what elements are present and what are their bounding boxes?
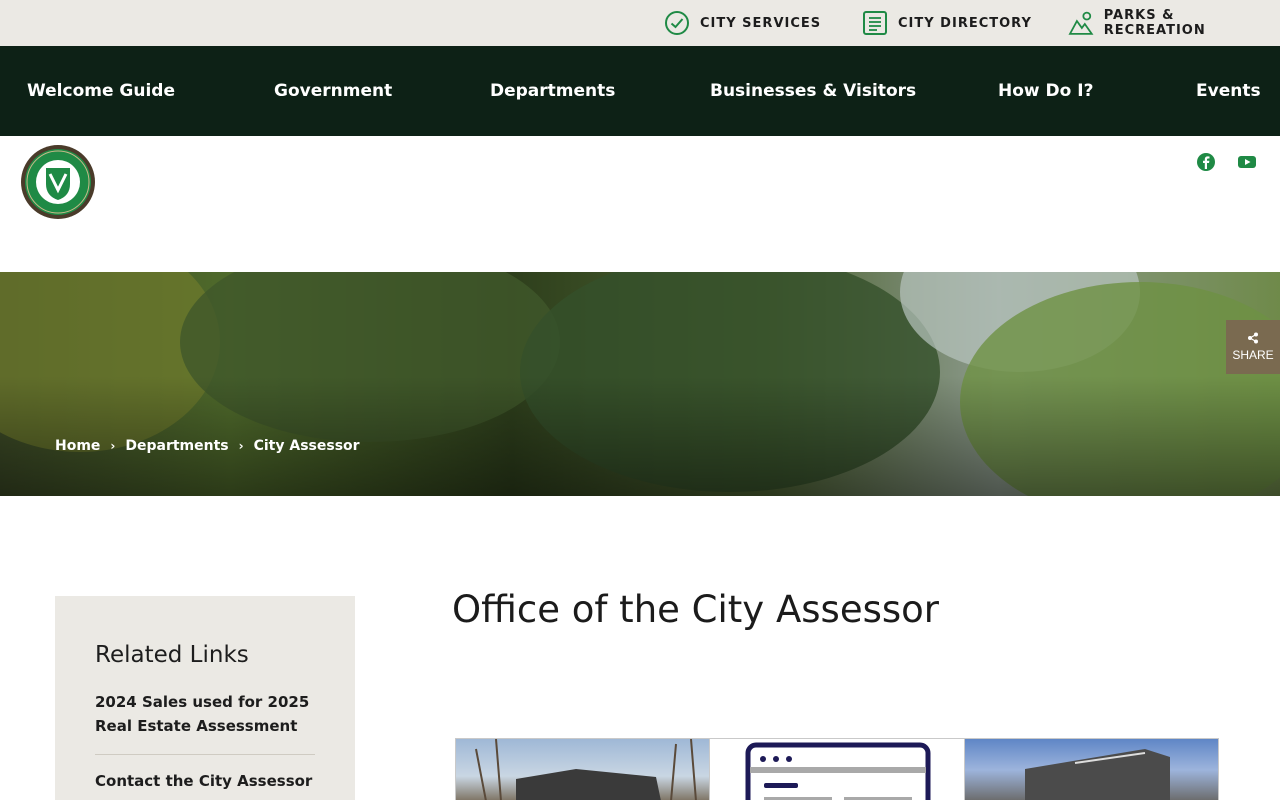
share-icon — [1248, 332, 1258, 344]
city-services-label: CITY SERVICES — [700, 15, 822, 31]
related-link-2024-sales[interactable]: 2024 Sales used for 2025 Real Estate Ass… — [95, 690, 315, 738]
chevron-right-icon: › — [238, 439, 244, 453]
nav-item-events[interactable]: Events — [1196, 46, 1261, 136]
related-link-contact-assessor[interactable]: Contact the City Assessor — [95, 769, 315, 793]
tile-web-form[interactable] — [709, 739, 964, 800]
main-nav: Welcome Guide Government Departments Bus… — [0, 46, 1280, 136]
header-logo-row — [0, 136, 1280, 272]
breadcrumb-home[interactable]: Home — [55, 438, 100, 454]
nav-item-departments[interactable]: Departments — [490, 46, 615, 136]
breadcrumb-departments[interactable]: Departments — [125, 438, 228, 454]
youtube-icon[interactable] — [1237, 152, 1257, 172]
nav-item-how-do-i[interactable]: How Do I? — [998, 46, 1093, 136]
share-label: SHARE — [1232, 348, 1274, 362]
chevron-right-icon: › — [110, 439, 116, 453]
city-directory-label: CITY DIRECTORY — [898, 15, 1032, 31]
share-button[interactable]: SHARE — [1226, 320, 1280, 374]
city-services-link[interactable]: CITY SERVICES — [664, 0, 821, 46]
house-photo — [475, 739, 697, 800]
nav-item-businesses-visitors[interactable]: Businesses & Visitors — [710, 46, 916, 136]
divider — [95, 754, 315, 755]
utility-bar: CITY SERVICES CITY DIRECTORY PARKS & REC… — [0, 0, 1280, 46]
service-tiles — [455, 738, 1219, 800]
city-seal-logo[interactable] — [20, 144, 96, 220]
related-links-panel: Related Links 2024 Sales used for 2025 R… — [55, 596, 355, 800]
breadcrumb-current: City Assessor — [253, 438, 360, 454]
hero-banner: Home › Departments › City Assessor SHARE — [0, 272, 1280, 496]
city-hall-photo — [1025, 749, 1170, 800]
parks-recreation-link[interactable]: PARKS & RECREATION — [1068, 0, 1280, 46]
facebook-icon[interactable] — [1196, 152, 1216, 172]
hero-shade — [0, 376, 1280, 496]
breadcrumb: Home › Departments › City Assessor — [55, 438, 360, 454]
nav-item-government[interactable]: Government — [274, 46, 392, 136]
check-circle-icon — [665, 11, 689, 35]
web-form-icon — [745, 742, 931, 800]
page-title: Office of the City Assessor — [452, 588, 939, 631]
parks-recreation-label: PARKS & RECREATION — [1103, 8, 1206, 38]
nav-item-welcome-guide[interactable]: Welcome Guide — [27, 46, 175, 136]
city-directory-link[interactable]: CITY DIRECTORY — [862, 0, 1032, 46]
tile-city-hall-photo[interactable] — [964, 739, 1218, 800]
tile-house-photo[interactable] — [456, 739, 709, 800]
related-links-title: Related Links — [95, 642, 249, 668]
list-document-icon — [863, 11, 887, 35]
mountain-icon — [1068, 11, 1094, 35]
